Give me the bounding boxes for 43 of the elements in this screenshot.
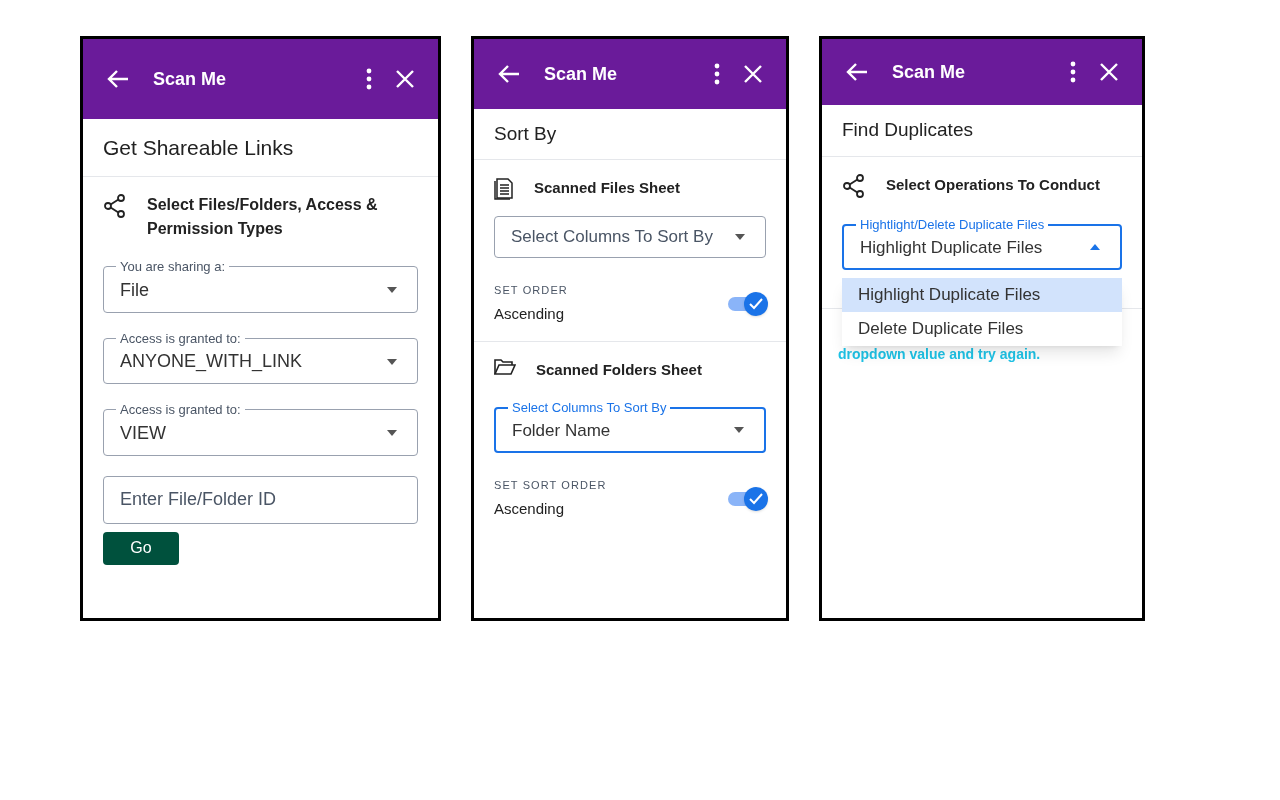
- back-arrow-icon: [846, 62, 868, 82]
- page-title: Sort By: [494, 121, 557, 146]
- share-icon: [842, 173, 866, 199]
- select-field[interactable]: Select Columns To Sort By: [494, 216, 766, 258]
- more-options-icon: [714, 63, 720, 85]
- hint-text: dropdown value and try again.: [838, 345, 1042, 364]
- section-heading: Select Files/Folders, Access & Permission Types: [147, 195, 379, 239]
- setting-label: SET ORDER: [494, 283, 568, 298]
- check-icon: [749, 297, 763, 310]
- more-options-icon: [1070, 61, 1076, 83]
- caret-icon: [1090, 244, 1100, 251]
- menu-item[interactable]: Highlight Duplicate Files: [842, 278, 1122, 312]
- caret-icon: [387, 430, 397, 436]
- app-title: Scan Me: [544, 62, 619, 86]
- close-icon: [396, 70, 414, 88]
- menu-item[interactable]: Delete Duplicate Files: [842, 312, 1122, 346]
- page-title: Get Shareable Links: [103, 134, 294, 161]
- caret-icon: [735, 234, 745, 240]
- go-button[interactable]: Go: [103, 531, 179, 565]
- setting-value: Ascending: [494, 498, 566, 519]
- caret-icon: [387, 358, 397, 365]
- back-arrow-icon: [107, 69, 129, 89]
- share-icon: [103, 193, 127, 219]
- document-icon: [494, 176, 514, 200]
- setting-label: SET SORT ORDER: [494, 478, 607, 493]
- back-arrow-icon: [498, 64, 520, 84]
- section-heading: Scanned Files Sheet: [534, 178, 680, 198]
- folder-icon: [494, 358, 516, 376]
- text-input[interactable]: Enter File/Folder ID: [103, 475, 418, 524]
- page-title: Find Duplicates: [842, 118, 973, 143]
- caret-icon: [387, 287, 397, 293]
- caret-icon: [734, 427, 744, 434]
- app-title: Scan Me: [153, 67, 228, 91]
- toggle-switch[interactable]: [728, 291, 766, 316]
- app-title: Scan Me: [892, 60, 967, 84]
- close-icon: [1100, 63, 1118, 81]
- toggle-switch[interactable]: [728, 486, 766, 511]
- close-icon: [744, 65, 762, 83]
- more-options-icon: [366, 68, 372, 90]
- section-heading: Select Operations To Conduct: [886, 175, 1100, 195]
- setting-value: Ascending: [494, 303, 566, 324]
- section-heading: Scanned Folders Sheet: [536, 360, 702, 380]
- check-icon: [749, 492, 763, 505]
